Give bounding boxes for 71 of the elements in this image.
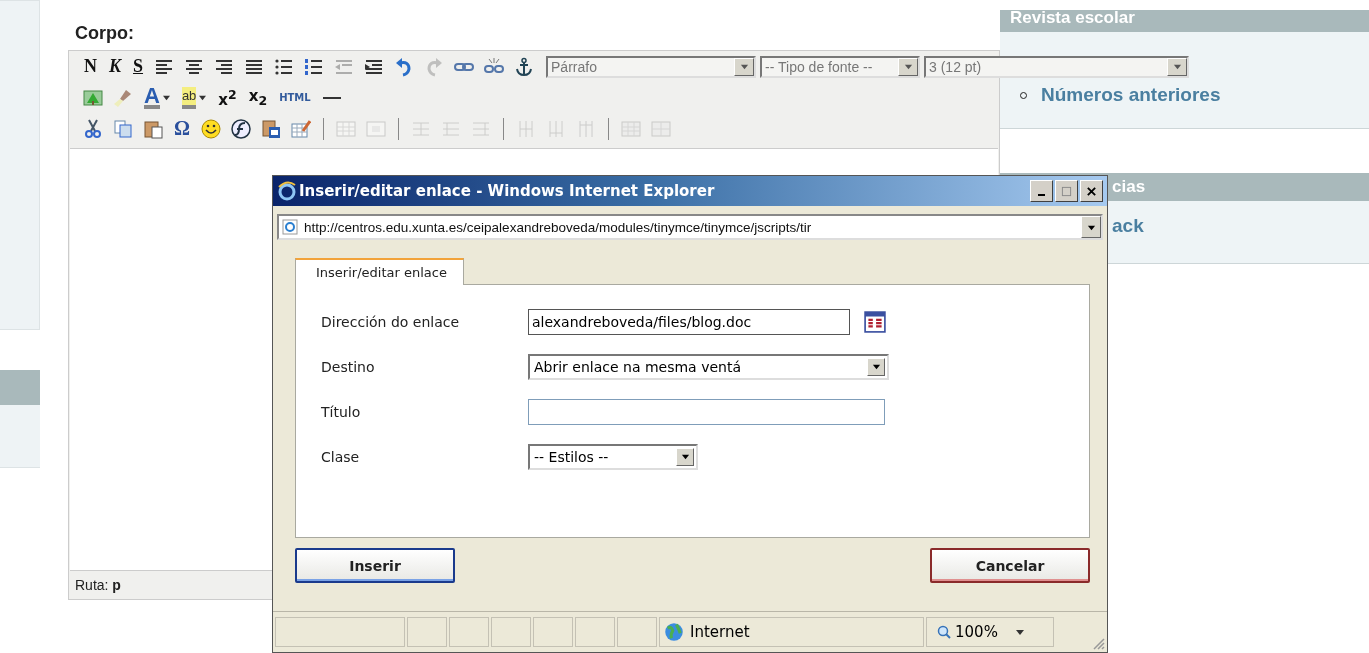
close-icon [1086,185,1097,197]
italic-button[interactable]: K [106,56,124,77]
flash-icon[interactable] [231,118,251,139]
resize-grip-icon[interactable] [1091,636,1105,650]
zoom-icon[interactable] [937,625,951,639]
maximize-button[interactable] [1055,180,1078,202]
window-title: Inserir/editar enlace - Windows Internet Explorer [299,182,715,200]
toolbar-dropdown[interactable]: -- Tipo de fonte -- [760,55,921,78]
scissors-icon[interactable] [83,118,103,139]
anchor-icon[interactable] [514,56,535,77]
maximize-icon [1061,185,1072,197]
special-character-button[interactable]: Ω [171,117,193,140]
globe-icon [664,622,684,642]
dropdown-button[interactable] [1081,216,1101,238]
field-label: Destino [321,358,376,375]
insert-button[interactable]: Inserir [295,548,455,583]
input-field[interactable] [528,398,885,425]
caret-icon [680,452,690,461]
status-panel [533,617,573,647]
html-source-button[interactable]: HTML [276,92,314,103]
caret-icon [739,62,749,71]
clipboard-icon[interactable] [143,118,163,139]
status-panel [491,617,531,647]
zoom-level[interactable]: 100% [955,623,998,641]
url-text: http://centros.edu.xunta.es/ceipalexandreboveda/modules/tinymce/tinymce/jscripts/tir [304,219,812,235]
address-bar[interactable]: http://centros.edu.xunta.es/ceipalexandreboveda/modules/tinymce/tinymce/jscripts/tir [277,214,1103,240]
field-label: Corpo: [74,22,135,45]
caret-icon [162,94,170,101]
smiley-icon[interactable] [201,118,221,139]
sidebar-link[interactable]: Números anteriores [1041,84,1221,106]
minimize-button[interactable] [1030,180,1053,202]
select-field[interactable]: -- Estilos -- [528,443,698,470]
panel-header [0,370,40,405]
element-path: Ruta: p [75,577,121,593]
underline-button[interactable]: S [130,56,147,77]
cancel-button[interactable]: Cancelar [930,548,1090,583]
zone-text: Internet [690,623,750,641]
status-panel [617,617,657,647]
field-label: Dirección do enlace [321,313,461,330]
field-label: Clase [321,448,361,465]
status-panel [575,617,615,647]
caret-icon [1172,62,1182,71]
sidebar-link[interactable]: ack [1112,215,1144,237]
toolbar-dropdown[interactable]: 3 (12 pt) [924,55,1190,78]
select-field[interactable]: Abrir enlace na mesma ventá [528,353,889,380]
bold-button[interactable]: N [81,56,100,77]
input-field[interactable]: alexandreboveda/files/blog.doc [528,308,850,335]
copy-icon[interactable] [113,118,133,139]
section-header: Revista escolar [1000,10,1369,32]
script-button[interactable]: x$^{2}$ [215,86,240,109]
browser-icon [277,181,297,201]
page-icon [282,219,298,235]
numbered-list-icon[interactable] [304,56,325,77]
tab[interactable]: Inserir/editar enlace [295,258,464,285]
paste-document-icon[interactable] [261,118,281,139]
script-button[interactable]: x$_{2}$ [245,87,271,108]
text-color-button[interactable]: A [141,86,173,109]
caret-icon [871,362,881,371]
toolbar-dropdown[interactable]: Párrafo [546,55,757,78]
table-edit-icon[interactable] [291,118,311,139]
minimize-icon [1038,194,1045,196]
field-label: Título [321,403,362,420]
file-browser-icon[interactable] [864,310,886,333]
caret-icon [903,62,913,71]
status-panel [449,617,489,647]
caret-icon [199,94,207,101]
caret-icon[interactable] [1015,628,1024,636]
image-icon[interactable] [83,87,103,108]
status-panel [407,617,447,647]
close-button[interactable] [1080,180,1103,202]
brush-icon[interactable] [113,87,133,108]
